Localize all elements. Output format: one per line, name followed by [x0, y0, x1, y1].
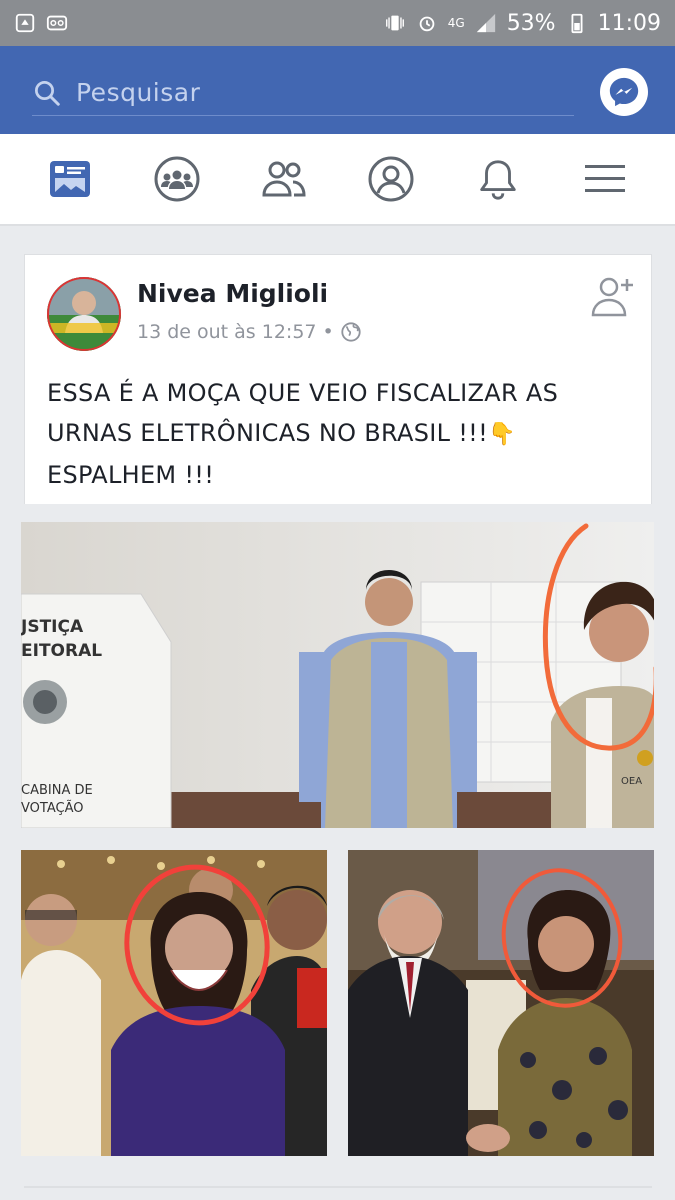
- avatar-image: [47, 277, 121, 351]
- signal-icon: [476, 13, 495, 33]
- post-divider: [24, 1186, 652, 1188]
- post-meta: 13 de out às 12:57 •: [137, 321, 362, 343]
- tab-friends[interactable]: [254, 149, 314, 209]
- post-photo-main[interactable]: JSTIÇA EITORAL CABINA DE VOTAÇÃO OEA: [21, 522, 654, 828]
- search-input[interactable]: [76, 78, 536, 107]
- booth-sign-line-3: CABINA DE: [21, 783, 93, 798]
- globe-icon: [341, 322, 361, 342]
- tab-menu[interactable]: [575, 149, 635, 209]
- friends-icon: [262, 161, 306, 197]
- groups-icon: [154, 156, 200, 202]
- network-type: 4G: [447, 16, 465, 30]
- news-feed-icon: [49, 161, 90, 197]
- tab-news-feed[interactable]: [40, 149, 100, 209]
- avatar[interactable]: [47, 277, 121, 351]
- voicemail-icon: [46, 15, 68, 31]
- vest-label: OEA: [621, 776, 642, 787]
- post-timestamp[interactable]: 13 de out às 12:57: [137, 321, 317, 343]
- clock: 11:09: [597, 10, 661, 36]
- booth-sign-line-4: VOTAÇÃO: [21, 800, 83, 816]
- tab-groups[interactable]: [147, 149, 207, 209]
- photo-right-image: [348, 850, 654, 1156]
- tab-profile[interactable]: [361, 149, 421, 209]
- status-bar: 4G 53% 11:09: [0, 0, 675, 46]
- profile-icon: [368, 156, 414, 202]
- post-text-line-1: ESSA É A MOÇA QUE VEIO FISCALIZAR AS: [47, 379, 559, 407]
- booth-sign-line-2: EITORAL: [21, 641, 102, 661]
- booth-sign-line-1: JSTIÇA: [21, 617, 84, 637]
- post-text: ESSA É A MOÇA QUE VEIO FISCALIZAR AS URN…: [47, 373, 627, 495]
- photo-main-image: JSTIÇA EITORAL CABINA DE VOTAÇÃO OEA: [21, 522, 654, 828]
- hamburger-icon: [585, 165, 626, 192]
- post-photo-right[interactable]: [348, 850, 654, 1156]
- tab-notifications[interactable]: [468, 149, 528, 209]
- post-text-line-2: URNAS ELETRÔNICAS NO BRASIL !!!👇: [47, 413, 627, 455]
- bell-icon: [480, 160, 516, 200]
- top-search-bar: [0, 46, 675, 134]
- recycle-icon: [15, 13, 35, 33]
- nav-bar: [0, 134, 675, 226]
- search-icon[interactable]: [32, 78, 62, 108]
- alarm-icon: [419, 16, 435, 32]
- post-author[interactable]: Nivea Miglioli: [137, 279, 328, 308]
- add-friend-icon: [591, 277, 633, 317]
- post-card: Nivea Miglioli 13 de out às 12:57 • ESSA…: [24, 254, 652, 504]
- photo-left-image: [21, 850, 327, 1156]
- messenger-icon[interactable]: [607, 75, 641, 109]
- pointing-down-emoji: 👇: [488, 422, 516, 447]
- battery-icon: [571, 13, 583, 34]
- post-photo-left[interactable]: [21, 850, 327, 1156]
- meta-separator: •: [322, 321, 334, 343]
- messenger-button[interactable]: [600, 68, 648, 116]
- battery-percent: 53%: [506, 10, 556, 36]
- post-text-line-3: ESPALHEM !!!: [47, 461, 215, 489]
- post-text-line-2-text: URNAS ELETRÔNICAS NO BRASIL !!!: [47, 419, 489, 447]
- add-friend-button[interactable]: [589, 271, 639, 321]
- vibrate-icon: [385, 15, 404, 31]
- search-field[interactable]: [32, 70, 574, 116]
